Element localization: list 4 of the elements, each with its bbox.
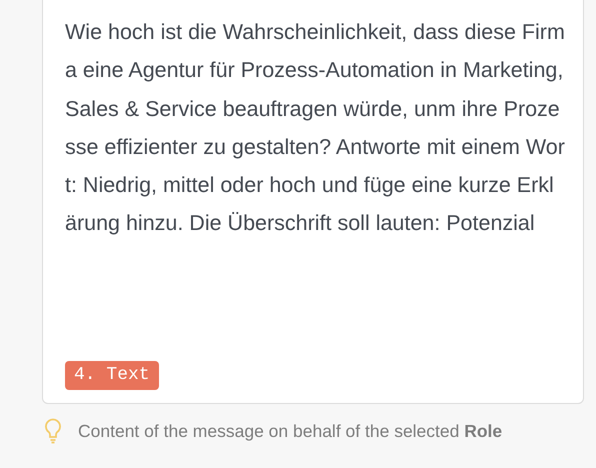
tag-label: 4. Text <box>65 361 159 390</box>
lightbulb-icon <box>44 418 62 444</box>
message-text: Wie hoch ist die Wahrscheinlichkeit, dass diese Firma eine Agentur für Prozess-Automation in Marketing, Sales & Service beauftragen würde, unm ihre Prozesse effizienter zu gestalten? Antworte mit einem Wort: Niedrig, mittel oder hoch und füge eine kurze Erklärung hinzu. Die Überschrift soll lauten: Potenzial <box>65 19 565 238</box>
hint-text: Content of the message on behalf of the selected Role <box>78 420 502 443</box>
